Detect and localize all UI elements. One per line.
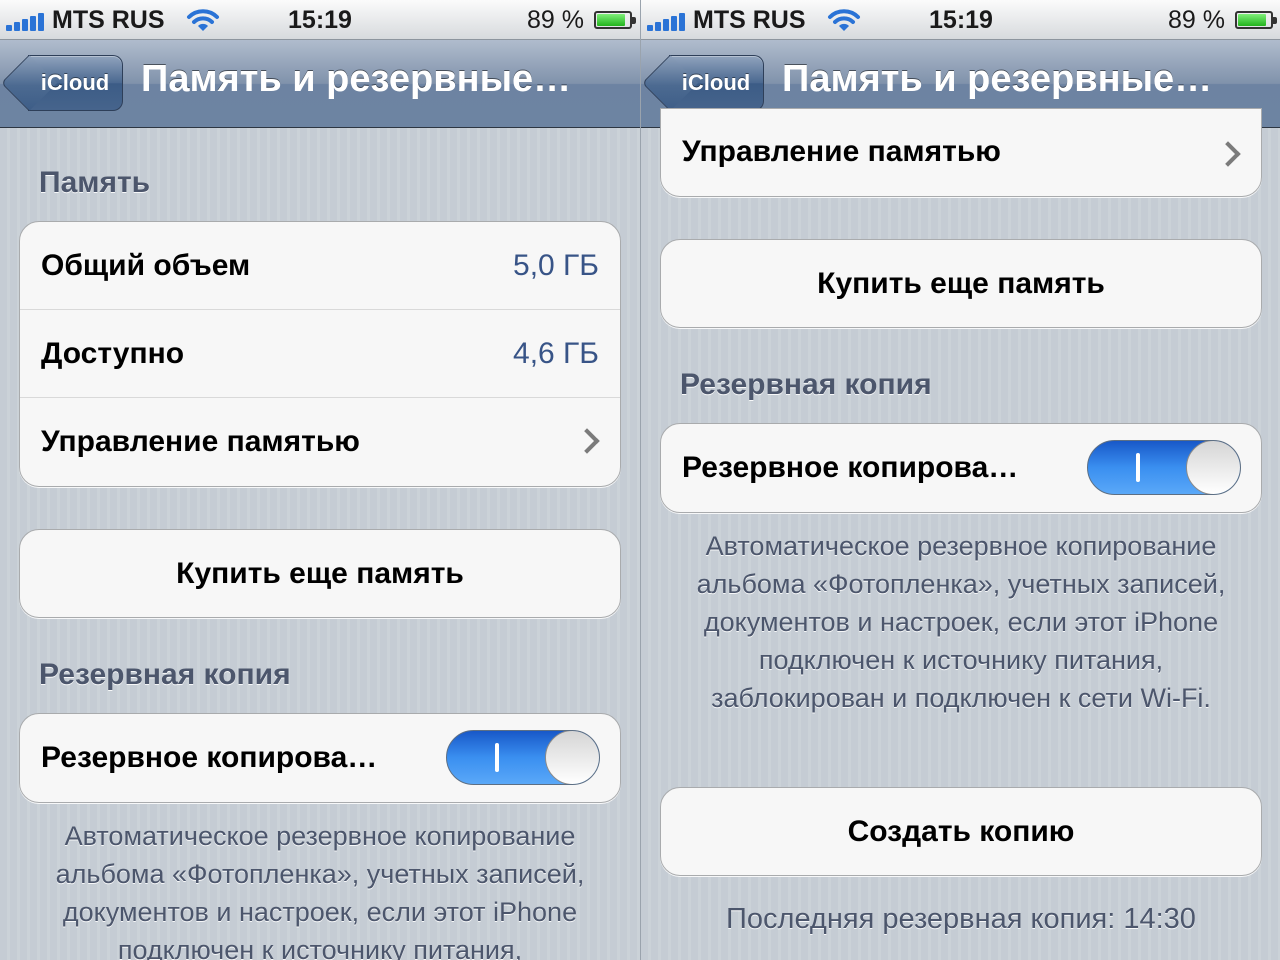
backup-toggle-row: Резервное копирова…	[661, 424, 1261, 512]
navigation-bar: iCloud Память и резервные…	[0, 40, 640, 128]
manage-storage-label: Управление памятью	[682, 135, 1001, 168]
backup-toggle-label: Резервное копирова…	[41, 741, 378, 774]
chevron-right-icon	[574, 428, 600, 454]
toggle-knob[interactable]	[1186, 441, 1240, 494]
available-storage-row: Доступно 4,6 ГБ	[20, 310, 620, 398]
backup-toggle-switch[interactable]	[1087, 440, 1241, 495]
total-storage-value: 5,0 ГБ	[513, 248, 599, 282]
storage-group: Общий объем 5,0 ГБ Доступно 4,6 ГБ Управ…	[19, 221, 621, 487]
backup-description: Автоматическое резервное копирование аль…	[55, 821, 585, 960]
manage-storage-group: Управление памятью	[660, 108, 1262, 197]
backup-description: Автоматическое резервное копирование аль…	[696, 531, 1226, 713]
toggle-on-mark-icon	[495, 743, 499, 772]
backup-toggle-switch[interactable]	[446, 730, 600, 785]
section-header-backup: Резервная копия	[680, 368, 932, 401]
available-storage-label: Доступно	[41, 336, 185, 370]
create-backup-label: Создать копию	[847, 814, 1075, 848]
buy-more-storage-button[interactable]: Купить еще память	[19, 529, 621, 618]
back-button-label: iCloud	[40, 70, 110, 95]
backup-group: Резервное копирова…	[19, 713, 621, 803]
battery-percent: 89 %	[1168, 6, 1225, 34]
total-storage-row: Общий объем 5,0 ГБ	[20, 222, 620, 310]
page-title: Память и резервные…	[141, 58, 572, 100]
section-header-backup: Резервная копия	[39, 658, 291, 691]
battery-icon	[594, 11, 636, 29]
battery-fill	[1238, 14, 1266, 26]
screens: MTS RUS 15:19 89 % iCloud Память и резер…	[0, 0, 1280, 960]
battery-percent: 89 %	[527, 6, 584, 34]
battery-icon	[1235, 11, 1277, 29]
back-button[interactable]: iCloud	[28, 55, 123, 111]
manage-storage-row[interactable]: Управление памятью	[20, 398, 620, 486]
chevron-right-icon	[1215, 141, 1241, 167]
toggle-knob[interactable]	[545, 731, 599, 784]
status-bar: MTS RUS 15:19 89 %	[641, 0, 1280, 40]
backup-group: Резервное копирова…	[660, 423, 1262, 513]
section-header-storage: Память	[39, 166, 151, 199]
screen-right: MTS RUS 15:19 89 % iCloud Память и резер…	[640, 0, 1280, 960]
last-backup-time: Последняя резервная копия: 14:30	[726, 903, 1196, 935]
back-button[interactable]: iCloud	[669, 55, 764, 111]
manage-storage-row[interactable]: Управление памятью	[661, 109, 1261, 196]
buy-more-storage-label: Купить еще память	[176, 556, 464, 590]
backup-toggle-row: Резервное копирова…	[20, 714, 620, 802]
backup-toggle-label: Резервное копирова…	[682, 451, 1019, 484]
create-backup-button[interactable]: Создать копию	[660, 787, 1262, 876]
toggle-on-mark-icon	[1136, 453, 1140, 482]
page-title: Память и резервные…	[782, 58, 1213, 100]
back-button-label: iCloud	[681, 70, 751, 95]
buy-more-storage-button[interactable]: Купить еще память	[660, 239, 1262, 328]
status-bar: MTS RUS 15:19 89 %	[0, 0, 640, 40]
buy-more-storage-label: Купить еще память	[817, 266, 1105, 300]
available-storage-value: 4,6 ГБ	[513, 336, 599, 370]
screen-left: MTS RUS 15:19 89 % iCloud Память и резер…	[0, 0, 640, 960]
total-storage-label: Общий объем	[41, 248, 251, 282]
battery-fill	[597, 14, 625, 26]
manage-storage-label: Управление памятью	[41, 425, 360, 458]
